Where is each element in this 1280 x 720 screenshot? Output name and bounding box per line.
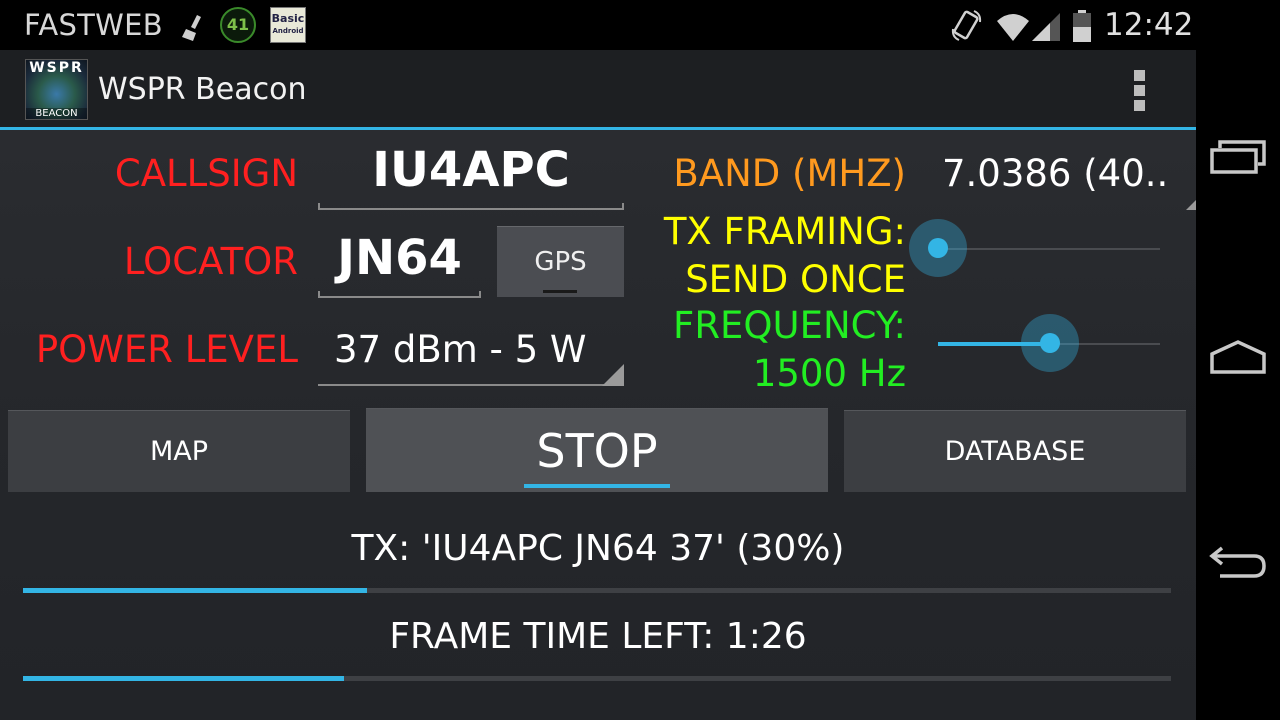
back-icon[interactable] bbox=[1208, 530, 1268, 590]
basic-android-line2: Android bbox=[272, 27, 304, 35]
app-title: WSPR Beacon bbox=[98, 72, 307, 107]
basic-android-line1: Basic bbox=[271, 12, 305, 25]
gps-button-label: GPS bbox=[534, 247, 587, 277]
frequency-label: FREQUENCY: 1500 Hz bbox=[600, 302, 906, 398]
basic-android-icon: Basic Android bbox=[270, 7, 306, 43]
tx-framing-mode: SEND ONCE bbox=[685, 258, 906, 301]
power-level-dropdown[interactable]: 37 dBm - 5 W bbox=[318, 320, 624, 386]
tx-progress-bar bbox=[23, 588, 1171, 593]
badge-count: 41 bbox=[226, 15, 250, 34]
status-bar: FASTWEB 41 Basic Android 12:42 bbox=[0, 0, 1196, 50]
tx-framing-title: TX FRAMING: bbox=[663, 210, 906, 253]
battery-icon bbox=[1073, 10, 1091, 42]
overflow-menu-icon[interactable] bbox=[1124, 66, 1156, 114]
navigation-bar bbox=[1196, 0, 1280, 720]
power-level-label: POWER LEVEL bbox=[35, 328, 298, 371]
locator-input[interactable]: JN64 bbox=[318, 228, 481, 298]
tx-framing-slider-track[interactable] bbox=[938, 248, 1160, 250]
tx-framing-label: TX FRAMING: SEND ONCE bbox=[600, 208, 906, 304]
frame-time-text: FRAME TIME LEFT: 1:26 bbox=[389, 616, 807, 657]
wifi-icon bbox=[997, 14, 1029, 41]
stop-button[interactable]: STOP bbox=[366, 408, 828, 492]
tx-status-text: TX: 'IU4APC JN64 37' (30%) bbox=[351, 528, 845, 569]
stop-button-underline bbox=[524, 484, 670, 488]
band-label: BAND (MHZ) bbox=[673, 152, 906, 195]
band-dropdown[interactable]: 7.0386 (40.. bbox=[926, 142, 1196, 210]
carrier-name: FASTWEB bbox=[24, 8, 163, 42]
broom-icon bbox=[182, 15, 201, 41]
database-button[interactable]: DATABASE bbox=[844, 410, 1186, 492]
map-button[interactable]: MAP bbox=[8, 410, 350, 492]
callsign-value: IU4APC bbox=[372, 142, 570, 198]
signal-icon bbox=[1032, 13, 1060, 41]
logo-top-text: WSPR bbox=[29, 60, 84, 76]
rotate-phone-icon bbox=[951, 10, 982, 41]
callsign-input[interactable]: IU4APC bbox=[318, 140, 624, 210]
logo-bottom-text: BEACON bbox=[26, 108, 87, 119]
recent-apps-icon[interactable] bbox=[1208, 130, 1268, 190]
home-icon[interactable] bbox=[1208, 330, 1268, 390]
frequency-value: 1500 Hz bbox=[752, 352, 906, 395]
tx-framing-slider-thumb[interactable] bbox=[909, 219, 967, 277]
frame-time-progress-bar bbox=[23, 676, 1171, 681]
circle-badge-icon: 41 bbox=[220, 7, 256, 43]
power-level-value: 37 dBm - 5 W bbox=[334, 328, 587, 371]
frequency-title: FREQUENCY: bbox=[673, 304, 906, 347]
locator-value: JN64 bbox=[337, 230, 462, 286]
stop-button-label: STOP bbox=[536, 424, 658, 478]
main-content: CALLSIGN IU4APC LOCATOR JN64 GPS POWER L… bbox=[0, 130, 1196, 720]
frame-time-progress-fill bbox=[23, 676, 345, 681]
app-logo: WSPR BEACON bbox=[25, 59, 88, 120]
frequency-slider-thumb[interactable] bbox=[1021, 314, 1079, 372]
dropdown-arrow-icon bbox=[1186, 200, 1196, 210]
callsign-label: CALLSIGN bbox=[114, 152, 298, 195]
locator-label: LOCATOR bbox=[123, 240, 298, 283]
band-value: 7.0386 (40.. bbox=[942, 152, 1169, 195]
action-bar: WSPR BEACON WSPR Beacon bbox=[0, 50, 1196, 128]
tx-progress-fill bbox=[23, 588, 368, 593]
clock: 12:42 bbox=[1104, 7, 1194, 43]
